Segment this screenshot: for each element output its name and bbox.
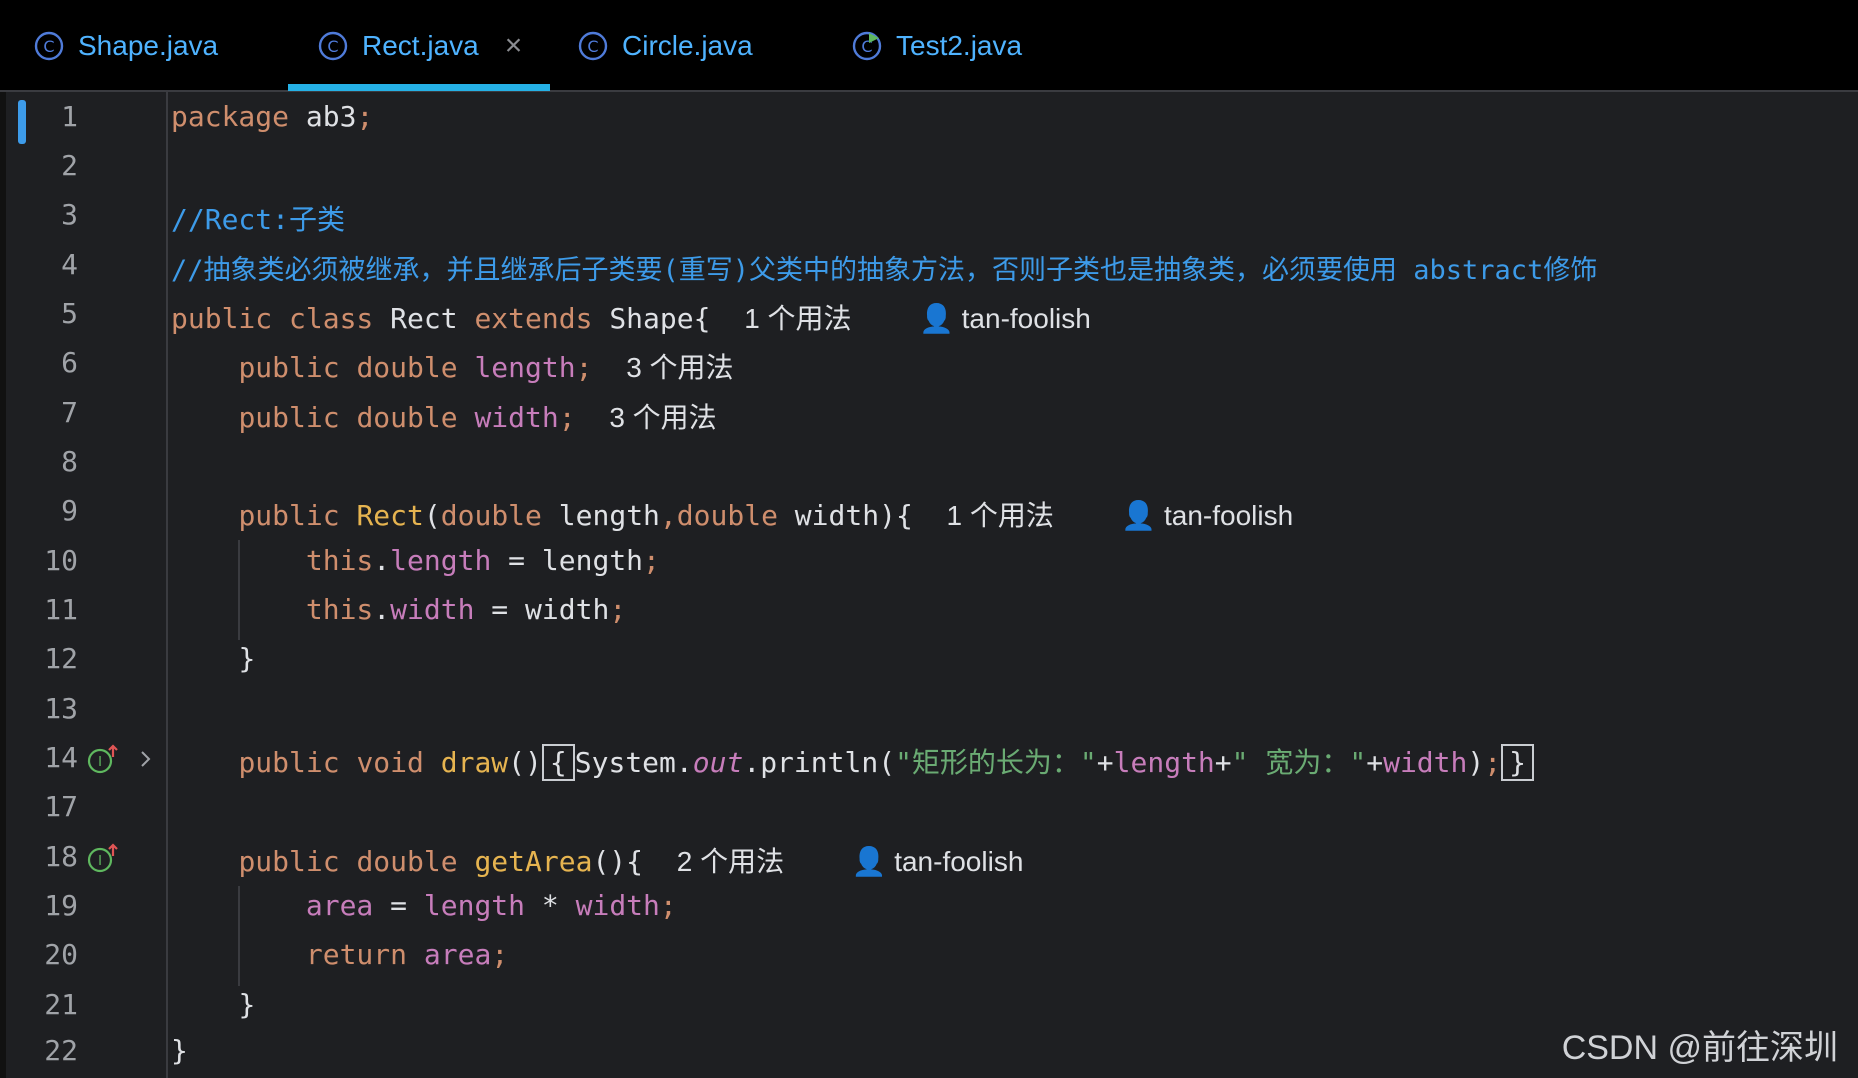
gutter-icons: I xyxy=(86,743,158,775)
svg-text:C: C xyxy=(327,37,338,56)
usage-hint[interactable]: 3 个用法 xyxy=(626,352,733,383)
code-text[interactable]: public Rect(double length,double width){… xyxy=(171,494,1293,534)
code-line: 2 xyxy=(0,145,1858,194)
code-line: 10 this.length = length; xyxy=(0,540,1858,589)
usage-hint[interactable]: 3 个用法 xyxy=(609,402,716,433)
tab-label: Shape.java xyxy=(78,30,219,61)
code-text[interactable]: public double width; 3 个用法 xyxy=(171,396,716,436)
line-number: 6 xyxy=(61,346,78,379)
user-icon: 👤 xyxy=(919,303,954,334)
line-number: 22 xyxy=(44,1034,78,1067)
usage-hint[interactable]: 2 个用法 xyxy=(677,846,784,877)
code-comment[interactable]: //Rect:子类 xyxy=(171,198,345,238)
line-number: 4 xyxy=(61,248,78,281)
svg-text:C: C xyxy=(43,37,54,56)
user-icon: 👤 xyxy=(1121,500,1157,531)
line-number: 19 xyxy=(44,889,78,922)
code-comment[interactable]: //抽象类必须被继承，并且继承后子类要(重写)父类中的抽象方法，否则子类也是抽象… xyxy=(171,248,1597,287)
code-text[interactable]: public class Rect extends Shape{ 1 个用法 👤… xyxy=(171,297,1091,337)
code-text[interactable]: this.width = width; xyxy=(171,593,626,626)
code-line: 1 package ab3; xyxy=(0,96,1858,145)
tab-shape-java[interactable]: C Shape.java xyxy=(34,0,218,92)
code-text[interactable]: area = length * width; xyxy=(171,889,677,922)
usage-hint[interactable]: 1 个用法 xyxy=(744,303,851,334)
line-number: 17 xyxy=(44,790,78,823)
class-c-icon: C xyxy=(34,31,64,61)
active-tab-indicator xyxy=(288,84,550,91)
code-line: 11 this.width = width; xyxy=(0,589,1858,638)
tab-circle-java[interactable]: C Circle.java xyxy=(578,0,753,92)
implements-up-icon[interactable]: I xyxy=(86,743,120,775)
code-line: 12 } xyxy=(0,638,1858,687)
user-icon: 👤 xyxy=(851,846,887,877)
runnable-class-icon: C xyxy=(852,31,882,61)
close-icon[interactable]: × xyxy=(505,29,523,63)
watermark: CSDN @前往深圳 xyxy=(1561,1029,1838,1067)
code-text[interactable]: this.length = length; xyxy=(171,544,660,577)
code-line: 3 //Rect:子类 xyxy=(0,194,1858,243)
code-text[interactable]: package ab3; xyxy=(171,100,373,133)
chevron-right-icon[interactable] xyxy=(134,743,158,775)
line-number: 8 xyxy=(61,445,78,478)
code-line: 8 xyxy=(0,441,1858,490)
class-c-icon: C xyxy=(318,31,348,61)
line-number: 21 xyxy=(44,988,78,1021)
line-number: 5 xyxy=(61,297,78,330)
code-line: 7 public double width; 3 个用法 xyxy=(0,392,1858,441)
line-number: 1 xyxy=(61,100,78,133)
line-number: 14 xyxy=(44,741,78,774)
line-number: 2 xyxy=(61,149,78,182)
code-line: 18 I public double getArea(){ 2 个用法 👤 ta… xyxy=(0,836,1858,885)
code-text[interactable]: public double getArea(){ 2 个用法 👤 tan-foo… xyxy=(171,840,1023,880)
code-text[interactable]: } xyxy=(171,642,255,675)
line-number: 3 xyxy=(61,198,78,231)
code-line: 17 xyxy=(0,786,1858,835)
author-hint[interactable]: 👤 tan-foolish xyxy=(1121,500,1293,531)
author-hint[interactable]: 👤 tan-foolish xyxy=(919,303,1091,334)
line-number: 9 xyxy=(61,494,78,527)
line-number: 12 xyxy=(44,642,78,675)
code-line: 14 I public void draw(){System.out.print… xyxy=(0,737,1858,786)
line-number: 11 xyxy=(44,593,78,626)
code-text[interactable]: public double length; 3 个用法 xyxy=(171,346,733,386)
svg-text:I: I xyxy=(98,755,102,770)
line-number: 7 xyxy=(61,396,78,429)
folded-region-close[interactable]: } xyxy=(1501,744,1534,781)
code-line: 13 xyxy=(0,688,1858,737)
code-line: 20 return area; xyxy=(0,934,1858,983)
code-line: 4 //抽象类必须被继承，并且继承后子类要(重写)父类中的抽象方法，否则子类也是… xyxy=(0,244,1858,293)
implements-up-icon[interactable]: I xyxy=(86,842,120,874)
code-line: 9 public Rect(double length,double width… xyxy=(0,490,1858,539)
class-c-icon: C xyxy=(578,31,608,61)
code-line: 19 area = length * width; xyxy=(0,885,1858,934)
line-number: 10 xyxy=(44,544,78,577)
line-number: 20 xyxy=(44,938,78,971)
tab-label: Rect.java xyxy=(362,30,479,61)
code-line: 5 public class Rect extends Shape{ 1 个用法… xyxy=(0,293,1858,342)
code-text[interactable]: } xyxy=(171,1034,188,1067)
svg-text:C: C xyxy=(587,37,598,56)
tab-rect-java[interactable]: C Rect.java × xyxy=(318,0,522,92)
code-text[interactable]: return area; xyxy=(171,938,508,971)
tab-label: Test2.java xyxy=(896,30,1023,61)
gutter-icons: I xyxy=(86,842,120,874)
author-hint[interactable]: 👤 tan-foolish xyxy=(852,846,1024,877)
line-number: 13 xyxy=(44,692,78,725)
code-line: 6 public double length; 3 个用法 xyxy=(0,342,1858,391)
editor-tab-bar: C Shape.java C Rect.java × C Circle.java… xyxy=(0,0,1858,92)
code-text[interactable]: } xyxy=(171,988,255,1021)
tab-test2-java[interactable]: C Test2.java xyxy=(852,0,1022,92)
usage-hint[interactable]: 1 个用法 xyxy=(947,500,1054,531)
svg-text:I: I xyxy=(98,854,102,869)
folded-region-open[interactable]: { xyxy=(541,744,575,781)
code-text[interactable]: public void draw(){System.out.println("矩… xyxy=(171,741,1534,781)
tab-label: Circle.java xyxy=(622,30,753,61)
line-number: 18 xyxy=(44,840,78,873)
